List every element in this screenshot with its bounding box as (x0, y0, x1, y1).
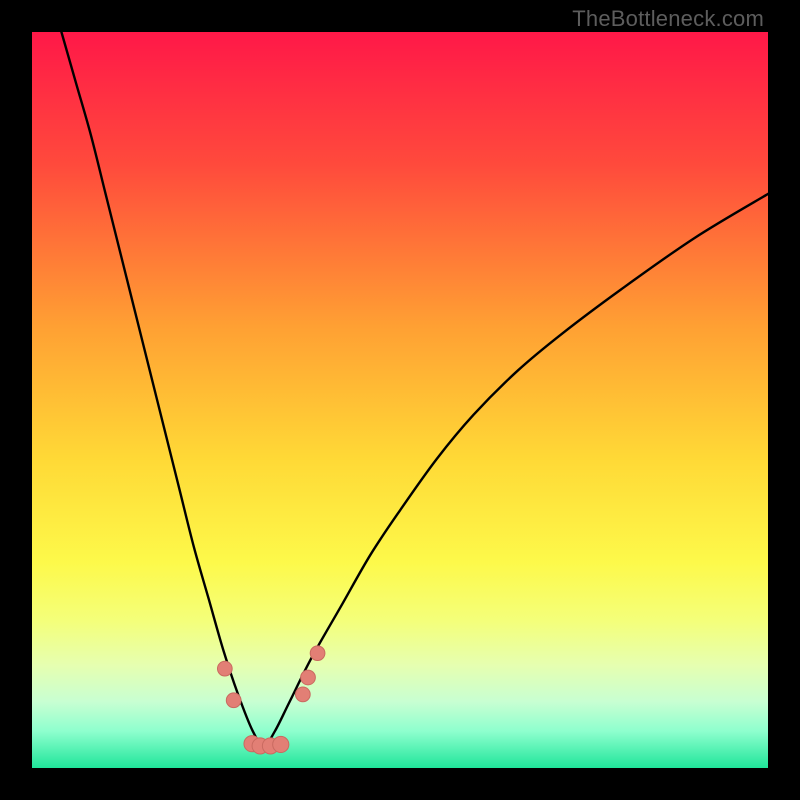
plot-area (32, 32, 768, 768)
curve-marker (310, 646, 325, 661)
curve-marker (273, 736, 289, 752)
chart-frame: TheBottleneck.com (0, 0, 800, 800)
curve-marker (295, 687, 310, 702)
curve-marker (217, 661, 232, 676)
watermark-text: TheBottleneck.com (572, 6, 764, 32)
bottleneck-curve (61, 32, 768, 746)
curve-marker (301, 670, 316, 685)
curve-layer (32, 32, 768, 768)
curve-marker (226, 693, 241, 708)
